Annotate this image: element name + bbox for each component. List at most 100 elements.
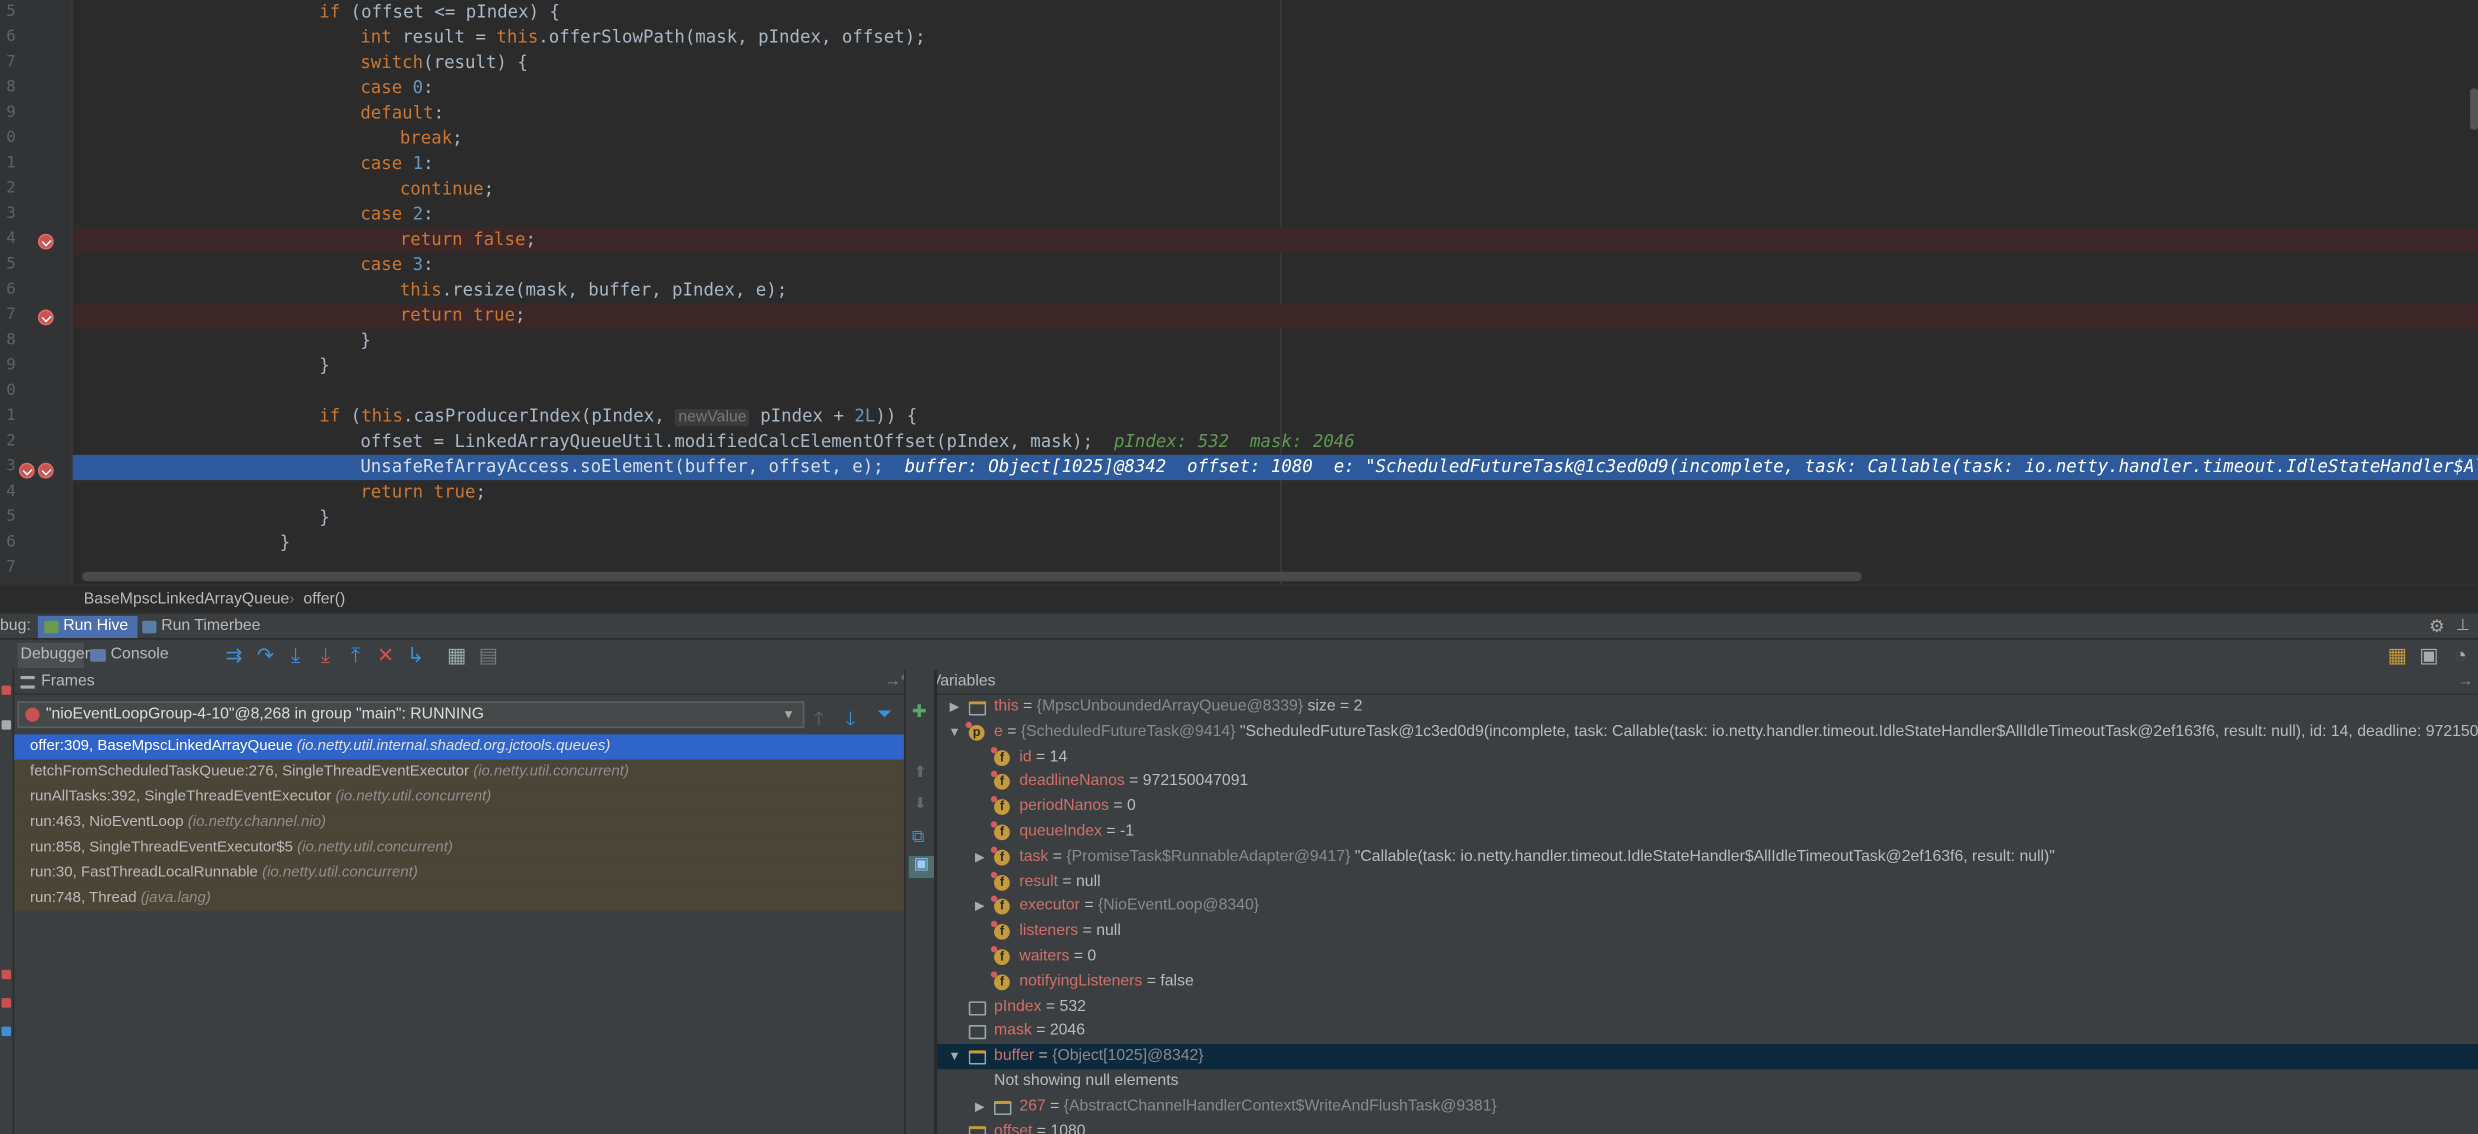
show-watches-icon[interactable]: ▣ — [908, 856, 934, 879]
arrow-up-icon[interactable]: 🡑 — [814, 704, 824, 737]
code-text: this.resize(mask, buffer, pIndex, e); — [399, 279, 788, 301]
mute-breakpoints-icon[interactable] — [1, 998, 12, 1008]
variable-row[interactable]: f result = null — [937, 870, 2478, 895]
variable-row[interactable]: pIndex = 532 — [937, 994, 2478, 1019]
code-editor[interactable]: 5 6 7 8 9 0 1 2 3 4 5 6 7 8 9 0 1 2 3 4 … — [0, 0, 2478, 585]
variable-row[interactable]: f listeners = null — [937, 919, 2478, 944]
code-line[interactable]: default: — [73, 101, 2478, 126]
variable-row[interactable]: f deadlineNanos = 972150047091 — [937, 770, 2478, 795]
hide-icon[interactable]: ⊥ — [2456, 614, 2470, 639]
evaluate-expression-icon[interactable]: ▦ — [446, 644, 468, 666]
code-line[interactable]: continue; — [73, 177, 2478, 202]
horizontal-scrollbar[interactable] — [82, 571, 1862, 582]
code-line-breakpoint[interactable]: return false; — [72, 227, 2478, 253]
code-line[interactable]: } — [73, 354, 2478, 379]
tab-run-timerbee[interactable]: Run Timerbee — [136, 616, 270, 638]
variable-name: pIndex — [994, 997, 1042, 1015]
code-line[interactable]: return true; — [73, 480, 2478, 505]
frame-item[interactable]: run:30, FastThreadLocalRunnable (io.nett… — [14, 860, 904, 887]
vertical-scrollbar[interactable] — [2470, 88, 2478, 130]
tab-console[interactable]: Console — [88, 643, 169, 668]
variable-row[interactable]: ▶ f task = {PromiseTask$RunnableAdapter@94… — [937, 845, 2478, 870]
variable-row[interactable]: f periodNanos = 0 — [937, 795, 2478, 820]
variable-row[interactable]: f waiters = 0 — [937, 944, 2478, 969]
code-line[interactable]: this.resize(mask, buffer, pIndex, e); — [73, 278, 2478, 303]
frame-item[interactable]: run:463, NioEventLoop (io.netty.channel.… — [14, 810, 904, 836]
breadcrumb-method[interactable]: offer() — [303, 586, 345, 614]
variable-row[interactable]: ▶ 267 = {AbstractChannelHandlerContext$Wr… — [937, 1094, 2478, 1119]
code-line[interactable]: int result = this.offerSlowPath(mask, pI… — [73, 25, 2478, 50]
chevron-right-icon[interactable]: ▶ — [947, 695, 963, 720]
variable-row[interactable]: ▼ buffer = {Object[1025]@8342} — [937, 1044, 2478, 1070]
restore-layout-icon[interactable]: ▦ — [2386, 644, 2408, 666]
chevron-down-icon[interactable]: ▼ — [782, 703, 795, 727]
step-into-icon[interactable]: ⤓ — [284, 644, 306, 666]
code-line[interactable]: } — [73, 505, 2478, 530]
frame-item[interactable]: run:858, SingleThreadEventExecutor$5 (io… — [14, 835, 904, 861]
add-watch-icon[interactable]: ✚ — [912, 701, 927, 722]
thread-selector[interactable]: "nioEventLoopGroup-4-10"@8,268 in group … — [17, 701, 805, 729]
drop-frame-icon[interactable]: ✕ — [375, 644, 397, 666]
code-line[interactable]: switch(result) { — [73, 51, 2478, 76]
view-breakpoints-icon[interactable] — [1, 969, 12, 980]
breakpoint-icon[interactable] — [37, 309, 54, 326]
chevron-right-icon[interactable]: ▶ — [972, 1094, 988, 1119]
move-up-icon[interactable]: ⬆ — [913, 764, 926, 781]
variable-row[interactable]: f notifyingListeners = false — [937, 969, 2478, 994]
code-line[interactable]: if (this.casProducerIndex(pIndex, newVal… — [73, 404, 2478, 429]
code-line[interactable]: break; — [73, 126, 2478, 151]
variable-row[interactable]: ▶ this = {MpscUnboundedArrayQueue@8339} s… — [937, 695, 2478, 720]
chevron-right-icon[interactable]: ▶ — [972, 895, 988, 920]
frame-item[interactable]: fetchFromScheduledTaskQueue:276, SingleT… — [14, 759, 904, 785]
code-line[interactable]: } — [73, 531, 2478, 556]
settings-icon[interactable] — [1, 1026, 12, 1037]
variable-row[interactable]: Not showing null elements — [937, 1069, 2478, 1094]
force-step-into-icon[interactable]: ⤓ — [314, 644, 336, 666]
breakpoint-icon[interactable] — [37, 233, 54, 250]
breadcrumb-class[interactable]: BaseMpscLinkedArrayQueue — [84, 586, 290, 614]
chevron-down-icon[interactable]: ▼ — [947, 720, 963, 745]
move-down-icon[interactable]: ⬇ — [913, 796, 926, 813]
code-line[interactable] — [73, 379, 2478, 404]
variable-row[interactable]: f id = 14 — [937, 745, 2478, 770]
filter-icon[interactable]: ⏷ — [877, 703, 892, 727]
breakpoint-icon[interactable] — [18, 462, 35, 479]
chevron-down-icon[interactable]: ▼ — [947, 1044, 963, 1069]
stop-icon[interactable] — [1, 685, 12, 695]
code-line[interactable]: case 2: — [73, 202, 2478, 227]
code-line[interactable]: } — [73, 329, 2478, 354]
show-execution-point-icon[interactable]: ⇉ — [223, 644, 245, 666]
variable-row[interactable]: mask = 2046 — [937, 1019, 2478, 1044]
pin-icon[interactable]: → — [2457, 670, 2473, 695]
frame-item[interactable]: run:748, Thread (java.lang) — [14, 886, 904, 912]
code-line[interactable]: offset = LinkedArrayQueueUtil.modifiedCa… — [73, 430, 2478, 455]
gear-icon[interactable]: ⚙ — [2429, 614, 2445, 639]
arrow-down-icon[interactable]: 🡓 — [845, 704, 855, 737]
layout-icon[interactable]: ▣ — [2418, 644, 2440, 666]
breakpoint-icon[interactable] — [37, 462, 54, 479]
variable-row[interactable]: ▼ p e = {ScheduledFutureTask@9414} "Schedu… — [937, 720, 2478, 745]
code-line[interactable]: case 0: — [73, 76, 2478, 101]
pause-icon[interactable] — [1, 720, 12, 730]
trace-icon[interactable]: ▤ — [477, 644, 499, 666]
chevron-right-icon[interactable]: ▶ — [972, 845, 988, 870]
code-line-current-execution[interactable]: UnsafeRefArrayAccess.soElement(buffer, o… — [72, 454, 2478, 481]
step-out-icon[interactable]: ⤒ — [345, 644, 367, 666]
frame-item[interactable]: offer:309, BaseMpscLinkedArrayQueue (io.… — [14, 734, 904, 760]
code-line[interactable]: case 1: — [73, 152, 2478, 177]
code-text: } — [360, 330, 371, 351]
code-line[interactable]: if (offset <= pIndex) { — [73, 0, 2478, 25]
code-line[interactable]: case 3: — [73, 253, 2478, 278]
variable-row[interactable]: offset = 1080 — [937, 1119, 2478, 1134]
frame-item[interactable]: runAllTasks:392, SingleThreadEventExecut… — [14, 784, 904, 811]
run-to-cursor-icon[interactable]: ↳ — [405, 644, 427, 666]
dashboard-icon[interactable]: ◔ — [2450, 644, 2472, 666]
copy-icon[interactable]: ⧉ — [912, 828, 924, 849]
variable-row[interactable]: f queueIndex = -1 — [937, 820, 2478, 845]
code-line-breakpoint[interactable]: return true; — [72, 303, 2478, 329]
equals-sign: = — [1078, 922, 1097, 941]
tab-run-hive[interactable]: Run Hive — [37, 615, 138, 639]
step-over-icon[interactable]: ↷ — [254, 644, 276, 666]
tab-debugger[interactable]: Debugger — [17, 642, 90, 669]
variable-row[interactable]: ▶ f executor = {NioEventLoop@8340} — [937, 895, 2478, 920]
